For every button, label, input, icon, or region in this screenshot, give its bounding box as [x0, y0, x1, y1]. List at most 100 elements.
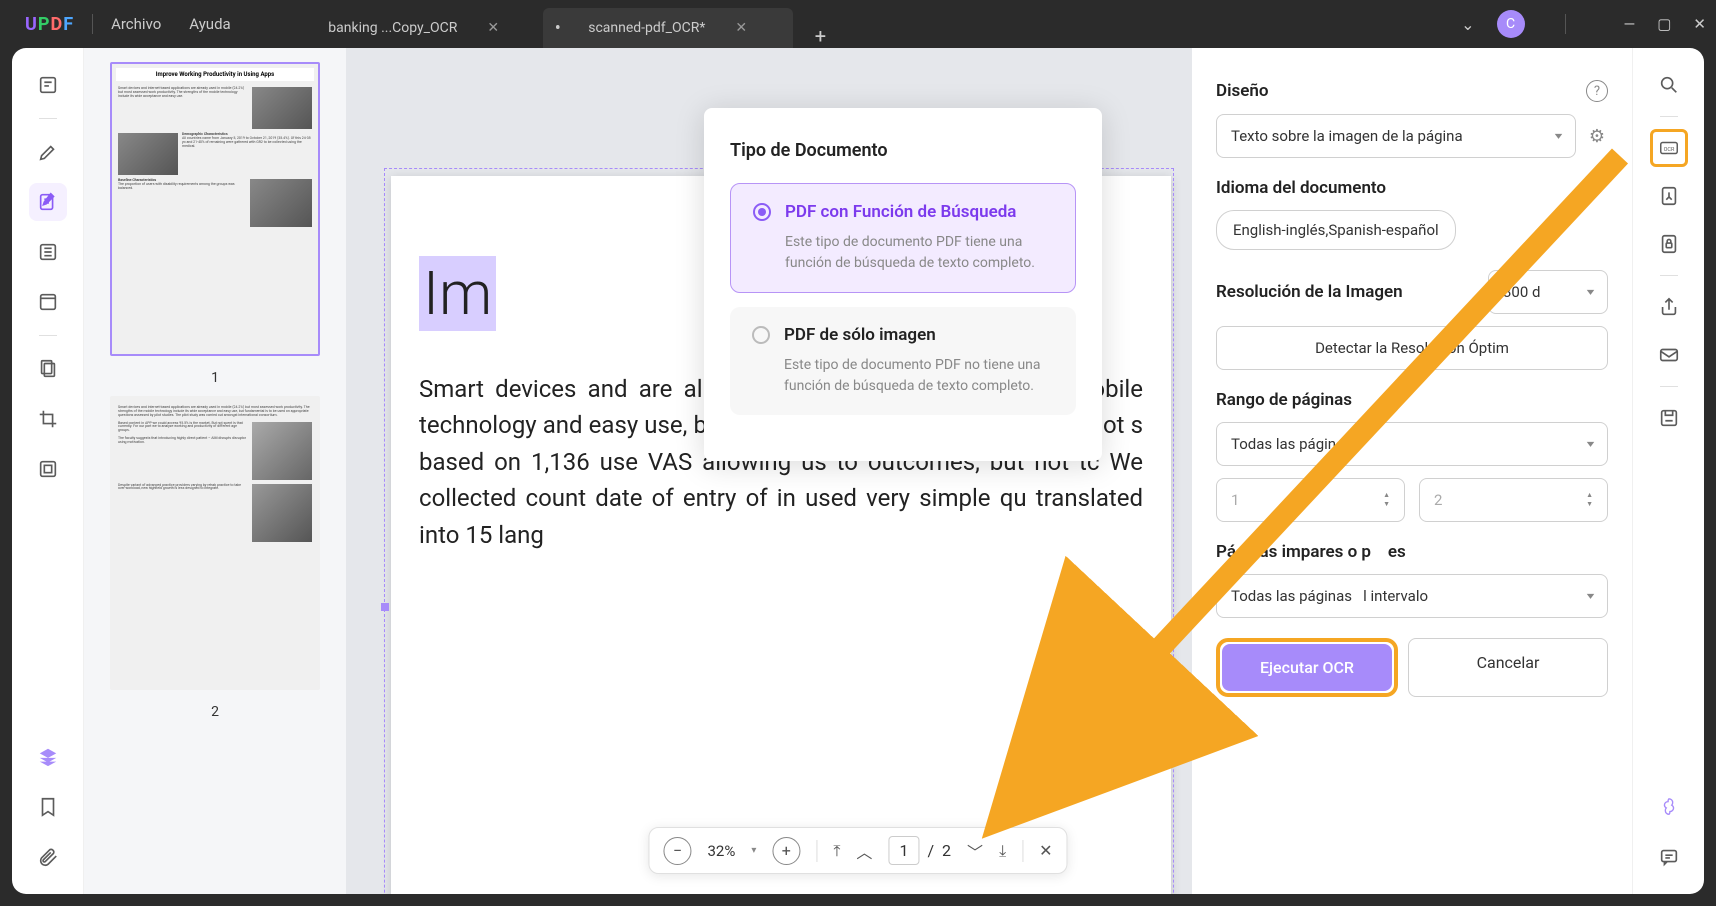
menu-help[interactable]: Ayuda	[189, 15, 230, 33]
spinner-icon[interactable]: ▲▼	[1586, 492, 1593, 508]
left-sidebar	[12, 48, 84, 894]
prev-page-icon[interactable]: ︿	[856, 839, 872, 863]
tab-label: banking ...Copy_OCR	[328, 20, 457, 36]
document-type-panel: Tipo de Documento PDF con Función de Bús…	[704, 108, 1102, 461]
right-sidebar-bottom	[1650, 788, 1688, 876]
zoom-out-button[interactable]: −	[663, 837, 691, 865]
comment-icon[interactable]	[1650, 838, 1688, 876]
total-pages: 2	[942, 841, 951, 860]
chevron-down-icon[interactable]: ▾	[751, 845, 756, 856]
email-icon[interactable]	[1650, 336, 1688, 374]
title-bar: UPDF Archivo Ayuda banking ...Copy_OCR ✕…	[0, 0, 1716, 48]
new-tab-button[interactable]: +	[797, 24, 844, 48]
tab-label: scanned-pdf_OCR*	[588, 20, 705, 36]
divider	[1660, 275, 1678, 276]
protect-icon[interactable]	[1650, 225, 1688, 263]
chevron-down-icon[interactable]: ⌄	[1461, 15, 1474, 34]
user-avatar[interactable]: C	[1497, 10, 1525, 38]
form-icon[interactable]	[29, 283, 67, 321]
option-title: PDF de sólo imagen	[784, 325, 936, 345]
chevron-down-icon: ▾	[1555, 131, 1563, 142]
menu-file[interactable]: Archivo	[111, 15, 161, 33]
thumb-headline: Improve Working Productivity in Using Ap…	[116, 68, 314, 81]
gear-icon[interactable]: ⚙	[1586, 125, 1608, 147]
divider	[92, 14, 93, 34]
thumbnail-label: 2	[211, 704, 219, 720]
divider	[1660, 116, 1678, 117]
attachment-icon[interactable]	[29, 838, 67, 876]
search-icon[interactable]	[1650, 66, 1688, 104]
highlight-icon[interactable]	[29, 133, 67, 171]
chevron-down-icon: ▾	[1587, 287, 1595, 298]
odd-even-label: Páginas impares o p es	[1216, 542, 1406, 562]
ocr-settings-panel: Diseño ? Texto sobre la imagen de la pág…	[1192, 48, 1632, 894]
thumbnail-label: 1	[211, 370, 219, 386]
zoom-in-button[interactable]: +	[772, 837, 800, 865]
page-separator: /	[927, 841, 934, 860]
convert-icon[interactable]	[1650, 177, 1688, 215]
thumbnail-page-1[interactable]: Improve Working Productivity in Using Ap…	[110, 62, 320, 356]
ocr-icon[interactable]: OCR	[1650, 129, 1688, 167]
divider	[1660, 386, 1678, 387]
last-page-icon[interactable]: ⤓	[999, 841, 1006, 861]
close-icon[interactable]: ✕	[735, 20, 747, 36]
left-sidebar-bottom	[29, 738, 67, 876]
doc-type-title: Tipo de Documento	[730, 140, 1076, 161]
tab-bar: banking ...Copy_OCR ✕ • scanned-pdf_OCR*…	[289, 0, 844, 48]
cancel-button[interactable]: Cancelar	[1408, 638, 1608, 697]
selected-text[interactable]: Im	[419, 256, 496, 331]
close-icon[interactable]: ✕	[487, 20, 499, 36]
divider	[816, 840, 817, 862]
compress-icon[interactable]	[29, 450, 67, 488]
svg-text:OCR: OCR	[1663, 147, 1674, 153]
spinner-icon[interactable]: ▲▼	[1383, 492, 1390, 508]
thumbnail-page-2[interactable]: Smart devices and internet-based applica…	[110, 396, 320, 690]
crop-icon[interactable]	[29, 400, 67, 438]
current-page-input[interactable]: 1	[888, 836, 919, 865]
help-icon[interactable]: ?	[1586, 80, 1608, 102]
first-page-icon[interactable]: ⤒	[833, 841, 840, 861]
close-window-icon[interactable]: ✕	[1693, 15, 1706, 33]
next-page-icon[interactable]: ﹀	[967, 839, 983, 863]
edit-icon[interactable]	[29, 183, 67, 221]
thumbnails-panel: Improve Working Productivity in Using Ap…	[84, 48, 346, 894]
detect-resolution-button[interactable]: Detectar la Resolución Óptim	[1216, 326, 1608, 370]
doc-type-searchable[interactable]: PDF con Función de Búsqueda Este tipo de…	[730, 183, 1076, 293]
page-to-input[interactable]: 2▲▼	[1419, 478, 1608, 522]
layers-icon[interactable]	[29, 738, 67, 776]
odd-even-dropdown[interactable]: Todas las páginas l intervalo▾	[1216, 574, 1608, 618]
share-icon[interactable]	[1650, 288, 1688, 326]
page-number: 1 / 2	[888, 836, 951, 865]
tab-modified-icon: •	[555, 18, 561, 39]
title-right: ⌄ C — ▢ ✕	[1461, 10, 1706, 38]
doc-type-image-only[interactable]: PDF de sólo imagen Este tipo de document…	[730, 307, 1076, 415]
language-selector[interactable]: English-inglés,Spanish-español	[1216, 210, 1456, 250]
minimize-icon[interactable]: —	[1624, 15, 1636, 33]
organize-icon[interactable]	[29, 233, 67, 271]
bookmark-icon[interactable]	[29, 788, 67, 826]
page-range-label: Rango de páginas	[1216, 390, 1352, 410]
divider	[39, 335, 57, 336]
reader-icon[interactable]	[29, 66, 67, 104]
run-ocr-button[interactable]: Ejecutar OCR	[1222, 644, 1392, 691]
resolution-label: Resolución de la Imagen	[1216, 282, 1403, 302]
run-ocr-highlight: Ejecutar OCR	[1216, 638, 1398, 697]
language-label: Idioma del documento	[1216, 178, 1386, 198]
ai-icon[interactable]	[1650, 788, 1688, 826]
radio-icon[interactable]	[753, 203, 771, 221]
tab-banking[interactable]: banking ...Copy_OCR ✕	[289, 8, 539, 48]
page-range-dropdown[interactable]: Todas las páginas▾	[1216, 422, 1608, 466]
chevron-down-icon: ▾	[1587, 591, 1595, 602]
pages-icon[interactable]	[29, 350, 67, 388]
resolution-dropdown[interactable]: 300 d▾	[1488, 270, 1608, 314]
layout-dropdown[interactable]: Texto sobre la imagen de la página▾	[1216, 114, 1576, 158]
option-description: Este tipo de documento PDF no tiene una …	[752, 355, 1054, 397]
option-description: Este tipo de documento PDF tiene una fun…	[753, 232, 1053, 274]
tab-scanned-pdf[interactable]: • scanned-pdf_OCR* ✕	[543, 8, 793, 48]
close-controls-icon[interactable]: ✕	[1039, 841, 1052, 860]
maximize-icon[interactable]: ▢	[1657, 15, 1671, 33]
save-icon[interactable]	[1650, 399, 1688, 437]
zoom-level[interactable]: 32%	[707, 842, 735, 860]
radio-icon[interactable]	[752, 326, 770, 344]
page-from-input[interactable]: 1▲▼	[1216, 478, 1405, 522]
